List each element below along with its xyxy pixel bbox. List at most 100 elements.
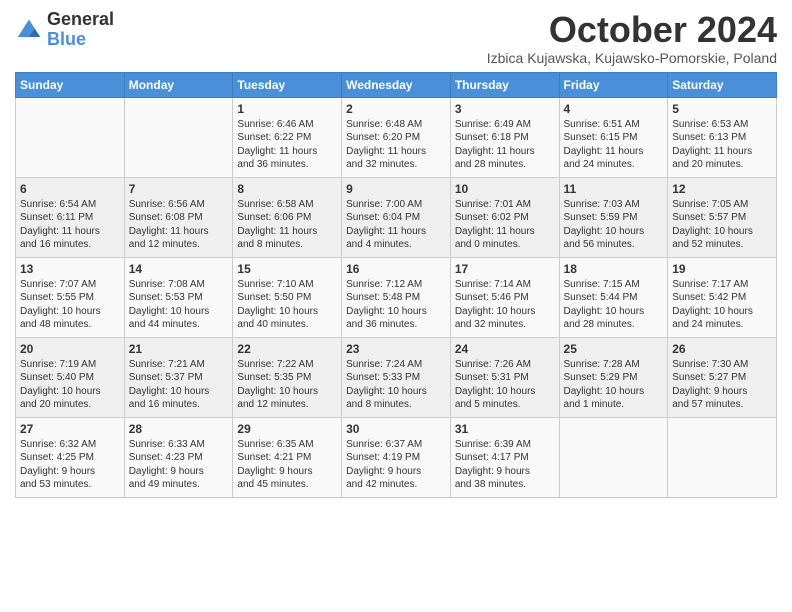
day-number: 14 [129,262,229,276]
day-number: 16 [346,262,446,276]
day-info: Sunrise: 7:01 AM Sunset: 6:02 PM Dayligh… [455,198,555,252]
day-number: 29 [237,422,337,436]
day-number: 30 [346,422,446,436]
day-info: Sunrise: 7:17 AM Sunset: 5:42 PM Dayligh… [672,278,772,332]
day-number: 12 [672,182,772,196]
calendar-day-27: 27 Sunrise: 6:32 AM Sunset: 4:25 PM Dayli… [16,417,125,497]
day-number: 22 [237,342,337,356]
day-number: 3 [455,102,555,116]
logo-general-text: General [47,10,114,30]
empty-cell [559,417,668,497]
calendar-day-5: 5 Sunrise: 6:53 AM Sunset: 6:13 PM Daylig… [668,97,777,177]
day-info: Sunrise: 6:39 AM Sunset: 4:17 PM Dayligh… [455,438,555,492]
empty-cell [124,97,233,177]
day-info: Sunrise: 7:21 AM Sunset: 5:37 PM Dayligh… [129,358,229,412]
day-info: Sunrise: 6:46 AM Sunset: 6:22 PM Dayligh… [237,118,337,172]
location-title: Izbica Kujawska, Kujawsko-Pomorskie, Pol… [487,50,777,66]
day-number: 24 [455,342,555,356]
day-number: 1 [237,102,337,116]
calendar-day-30: 30 Sunrise: 6:37 AM Sunset: 4:19 PM Dayli… [342,417,451,497]
day-info: Sunrise: 6:48 AM Sunset: 6:20 PM Dayligh… [346,118,446,172]
day-number: 18 [564,262,664,276]
day-info: Sunrise: 6:35 AM Sunset: 4:21 PM Dayligh… [237,438,337,492]
day-number: 7 [129,182,229,196]
day-number: 9 [346,182,446,196]
day-info: Sunrise: 7:12 AM Sunset: 5:48 PM Dayligh… [346,278,446,332]
day-info: Sunrise: 7:05 AM Sunset: 5:57 PM Dayligh… [672,198,772,252]
day-info: Sunrise: 6:51 AM Sunset: 6:15 PM Dayligh… [564,118,664,172]
calendar-day-10: 10Sunrise: 7:01 AM Sunset: 6:02 PM Dayli… [450,177,559,257]
calendar-week-2: 6 Sunrise: 6:54 AM Sunset: 6:11 PM Daylig… [16,177,777,257]
calendar-day-3: 3Sunrise: 6:49 AM Sunset: 6:18 PM Daylig… [450,97,559,177]
day-number: 27 [20,422,120,436]
day-number: 5 [672,102,772,116]
day-info: Sunrise: 6:37 AM Sunset: 4:19 PM Dayligh… [346,438,446,492]
column-header-thursday: Thursday [450,72,559,97]
calendar-day-23: 23Sunrise: 7:24 AM Sunset: 5:33 PM Dayli… [342,337,451,417]
month-title: October 2024 [487,10,777,50]
calendar-day-12: 12 Sunrise: 7:05 AM Sunset: 5:57 PM Dayli… [668,177,777,257]
day-number: 4 [564,102,664,116]
calendar-day-11: 11Sunrise: 7:03 AM Sunset: 5:59 PM Dayli… [559,177,668,257]
calendar-day-14: 14 Sunrise: 7:08 AM Sunset: 5:53 PM Dayli… [124,257,233,337]
calendar-day-13: 13Sunrise: 7:07 AM Sunset: 5:55 PM Dayli… [16,257,125,337]
calendar-day-25: 25Sunrise: 7:28 AM Sunset: 5:29 PM Dayli… [559,337,668,417]
title-area: October 2024 Izbica Kujawska, Kujawsko-P… [487,10,777,66]
calendar-day-8: 8 Sunrise: 6:58 AM Sunset: 6:06 PM Daylig… [233,177,342,257]
day-info: Sunrise: 6:54 AM Sunset: 6:11 PM Dayligh… [20,198,120,252]
day-info: Sunrise: 7:10 AM Sunset: 5:50 PM Dayligh… [237,278,337,332]
logo-blue-text: Blue [47,30,114,50]
logo-icon [15,16,43,44]
day-number: 6 [20,182,120,196]
day-number: 28 [129,422,229,436]
logo: General Blue [15,10,114,50]
page-header: General Blue October 2024 Izbica Kujawsk… [15,10,777,66]
day-info: Sunrise: 7:26 AM Sunset: 5:31 PM Dayligh… [455,358,555,412]
day-info: Sunrise: 6:32 AM Sunset: 4:25 PM Dayligh… [20,438,120,492]
day-info: Sunrise: 7:19 AM Sunset: 5:40 PM Dayligh… [20,358,120,412]
calendar-day-17: 17 Sunrise: 7:14 AM Sunset: 5:46 PM Dayli… [450,257,559,337]
calendar-day-4: 4 Sunrise: 6:51 AM Sunset: 6:15 PM Daylig… [559,97,668,177]
day-info: Sunrise: 7:24 AM Sunset: 5:33 PM Dayligh… [346,358,446,412]
day-info: Sunrise: 7:30 AM Sunset: 5:27 PM Dayligh… [672,358,772,412]
day-number: 17 [455,262,555,276]
day-number: 21 [129,342,229,356]
calendar-day-21: 21 Sunrise: 7:21 AM Sunset: 5:37 PM Dayli… [124,337,233,417]
calendar-table: SundayMondayTuesdayWednesdayThursdayFrid… [15,72,777,498]
calendar-week-5: 27 Sunrise: 6:32 AM Sunset: 4:25 PM Dayli… [16,417,777,497]
calendar-day-26: 26 Sunrise: 7:30 AM Sunset: 5:27 PM Dayli… [668,337,777,417]
calendar-day-31: 31 Sunrise: 6:39 AM Sunset: 4:17 PM Dayli… [450,417,559,497]
calendar-day-1: 1 Sunrise: 6:46 AM Sunset: 6:22 PM Daylig… [233,97,342,177]
column-header-tuesday: Tuesday [233,72,342,97]
calendar-day-18: 18Sunrise: 7:15 AM Sunset: 5:44 PM Dayli… [559,257,668,337]
day-info: Sunrise: 6:53 AM Sunset: 6:13 PM Dayligh… [672,118,772,172]
calendar-day-19: 19 Sunrise: 7:17 AM Sunset: 5:42 PM Dayli… [668,257,777,337]
calendar-day-15: 15 Sunrise: 7:10 AM Sunset: 5:50 PM Dayli… [233,257,342,337]
day-info: Sunrise: 6:56 AM Sunset: 6:08 PM Dayligh… [129,198,229,252]
day-info: Sunrise: 7:00 AM Sunset: 6:04 PM Dayligh… [346,198,446,252]
calendar-day-20: 20 Sunrise: 7:19 AM Sunset: 5:40 PM Dayli… [16,337,125,417]
column-header-monday: Monday [124,72,233,97]
column-header-wednesday: Wednesday [342,72,451,97]
calendar-day-6: 6 Sunrise: 6:54 AM Sunset: 6:11 PM Daylig… [16,177,125,257]
day-info: Sunrise: 7:14 AM Sunset: 5:46 PM Dayligh… [455,278,555,332]
day-number: 8 [237,182,337,196]
calendar-day-2: 2 Sunrise: 6:48 AM Sunset: 6:20 PM Daylig… [342,97,451,177]
day-info: Sunrise: 7:28 AM Sunset: 5:29 PM Dayligh… [564,358,664,412]
day-info: Sunrise: 7:03 AM Sunset: 5:59 PM Dayligh… [564,198,664,252]
calendar-day-9: 9 Sunrise: 7:00 AM Sunset: 6:04 PM Daylig… [342,177,451,257]
calendar-body: 1 Sunrise: 6:46 AM Sunset: 6:22 PM Daylig… [16,97,777,497]
day-number: 2 [346,102,446,116]
day-number: 26 [672,342,772,356]
day-info: Sunrise: 6:58 AM Sunset: 6:06 PM Dayligh… [237,198,337,252]
day-number: 31 [455,422,555,436]
day-number: 19 [672,262,772,276]
calendar-day-7: 7 Sunrise: 6:56 AM Sunset: 6:08 PM Daylig… [124,177,233,257]
calendar-day-29: 29 Sunrise: 6:35 AM Sunset: 4:21 PM Dayli… [233,417,342,497]
day-info: Sunrise: 7:08 AM Sunset: 5:53 PM Dayligh… [129,278,229,332]
calendar-week-1: 1 Sunrise: 6:46 AM Sunset: 6:22 PM Daylig… [16,97,777,177]
day-number: 13 [20,262,120,276]
day-number: 20 [20,342,120,356]
calendar-week-4: 20 Sunrise: 7:19 AM Sunset: 5:40 PM Dayli… [16,337,777,417]
day-number: 15 [237,262,337,276]
